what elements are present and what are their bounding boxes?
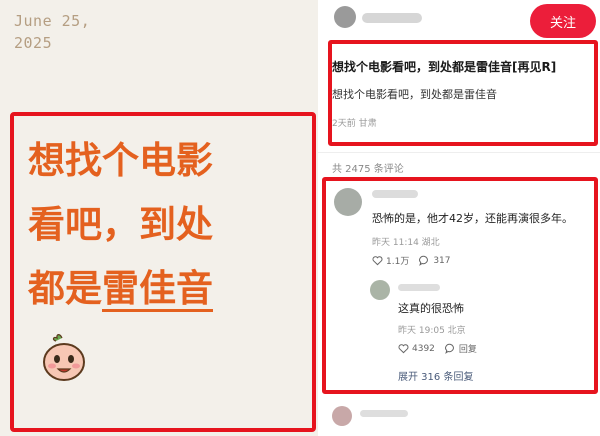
reply-reply-label: 回复 xyxy=(458,345,477,355)
comment-author-blurred xyxy=(372,190,418,198)
comment-count: 共 2475 条评论 xyxy=(332,164,404,175)
note-image: June 25, 2025 想找个电影 看吧，到处 都是雷佳音 xyxy=(0,0,318,436)
reply-avatar[interactable] xyxy=(370,280,390,300)
comment-like-count: 1.1万 xyxy=(386,257,410,267)
heart-icon xyxy=(372,256,383,266)
heart-icon xyxy=(398,344,409,354)
comment-icon xyxy=(445,343,454,354)
post-title: 想找个电影看吧，到处都是雷佳音[再见R] xyxy=(332,60,557,74)
comment-avatar[interactable] xyxy=(334,188,362,216)
note-date: June 25, 2025 xyxy=(14,10,90,54)
note-line-3-prefix: 都是 xyxy=(28,266,102,310)
comment-time: 昨天 11:14 湖北 xyxy=(372,238,440,248)
note-big-text: 想找个电影 看吧，到处 都是雷佳音 xyxy=(28,128,298,320)
reply-time: 昨天 19:05 北京 xyxy=(398,326,466,336)
next-comment-author-blurred xyxy=(360,410,408,417)
comment-text: 恐怖的是，他才42岁，还能再演很多年。 xyxy=(372,212,573,225)
reply-like-count: 4392 xyxy=(412,343,435,354)
reply-like-button[interactable]: 4392 xyxy=(398,343,435,354)
note-line-2: 看吧，到处 xyxy=(28,202,213,246)
expand-replies-link[interactable]: 展开 316 条回复 xyxy=(398,368,473,383)
comment-like-button[interactable]: 1.1万 xyxy=(372,254,409,267)
note-date-line-1: June 25, xyxy=(14,12,91,30)
post-panel: 关注 想找个电影看吧，到处都是雷佳音[再见R] 想找个电影看吧，到处都是雷佳音 … xyxy=(318,0,600,436)
post-header: 关注 xyxy=(318,0,600,40)
reply-text: 这真的很恐怖 xyxy=(398,302,464,315)
author-avatar[interactable] xyxy=(334,6,356,28)
post-body: 想找个电影看吧，到处都是雷佳音 xyxy=(332,88,497,101)
comment-icon xyxy=(419,255,429,266)
note-line-1: 想找个电影 xyxy=(28,138,213,182)
reply-author-blurred xyxy=(398,284,440,291)
reply-reply-button[interactable]: 回复 xyxy=(445,342,477,355)
note-date-line-2: 2025 xyxy=(14,34,53,52)
reply-actions: 4392 回复 xyxy=(398,342,477,355)
comment-reply-button[interactable]: 317 xyxy=(419,255,451,266)
divider xyxy=(318,152,600,153)
author-name-blurred xyxy=(362,13,422,23)
follow-button[interactable]: 关注 xyxy=(530,4,596,38)
next-comment-avatar[interactable] xyxy=(332,406,352,426)
post-meta: 2天前 甘肃 xyxy=(332,119,377,129)
mascot-icon xyxy=(43,334,85,381)
note-line-3: 都是雷佳音 xyxy=(28,256,298,320)
comment-actions: 1.1万 317 xyxy=(372,254,451,267)
note-highlight-name: 雷佳音 xyxy=(102,266,213,310)
comment-reply-count: 317 xyxy=(433,255,451,266)
